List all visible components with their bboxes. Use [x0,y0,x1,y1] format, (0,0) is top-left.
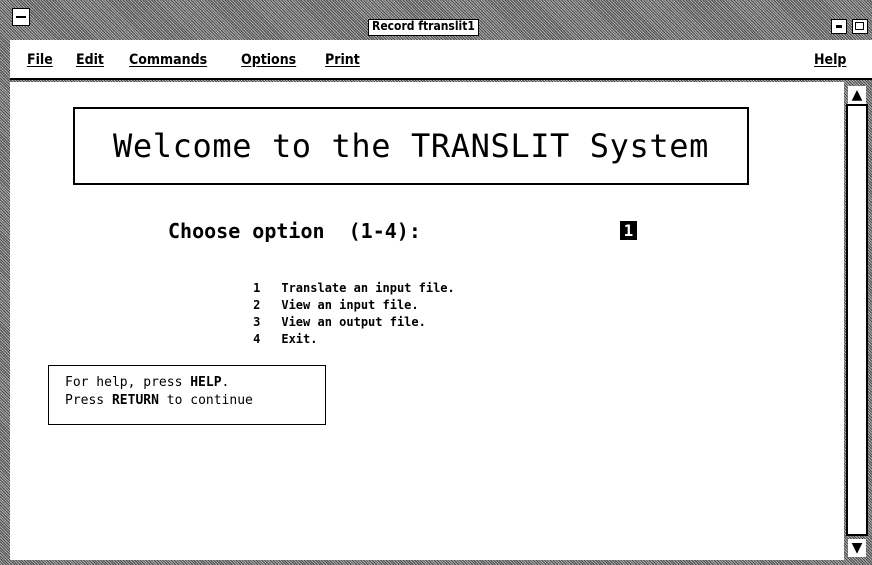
menu-edit[interactable]: Edit [76,52,104,68]
window-bottom-border [0,560,872,565]
option-number: 4 [253,332,261,346]
scroll-up-arrow-icon[interactable]: ▲ [848,86,866,104]
option-input-cursor[interactable]: 1 [620,221,637,240]
window-title: Record ftranslit1 [368,19,479,36]
scrollbar-track[interactable] [846,104,868,536]
scroll-down-arrow-icon[interactable]: ▼ [848,539,866,557]
option-label: View an input file. [281,298,419,312]
option-label: View an output file. [281,315,426,329]
menu-file[interactable]: File [27,52,53,68]
help-key: HELP [190,375,222,390]
option-list: 1 Translate an input file. 2 View an input… [200,263,455,346]
vertical-scrollbar[interactable]: ▲ ▼ [844,82,872,560]
help-line-1: For help, press HELP. [65,374,325,392]
help-hint-box: For help, press HELP. Press RETURN to co… [48,365,326,425]
maximize-icon[interactable] [852,19,868,34]
help-text: . [221,375,230,390]
help-text: For help, press [65,375,191,390]
option-item: 1 Translate an input file. [200,263,455,295]
menu-help[interactable]: Help [814,52,846,68]
help-text: to continue [158,393,253,408]
help-line-2: Press RETURN to continue [65,392,325,410]
option-label: Translate an input file. [281,281,455,295]
menu-print[interactable]: Print [325,52,360,68]
terminal-content-area[interactable]: Welcome to the TRANSLIT System Choose op… [10,82,844,560]
help-text: Press [65,393,112,408]
system-menu-icon[interactable] [12,8,30,26]
return-key: RETURN [111,393,159,408]
minimize-icon[interactable] [831,19,847,34]
welcome-title: Welcome to the TRANSLIT System [113,127,709,165]
menu-bar: File Edit Commands Options Print Help [10,40,872,80]
option-number: 2 [253,298,261,312]
option-prompt: Choose option (1-4): [168,219,421,243]
option-label: Exit. [281,332,318,346]
menu-options[interactable]: Options [241,52,296,68]
welcome-banner: Welcome to the TRANSLIT System [73,107,749,185]
option-number: 3 [253,315,261,329]
menu-commands[interactable]: Commands [129,52,207,68]
option-number: 1 [253,281,261,295]
title-bar[interactable]: Record ftranslit1 [0,0,872,40]
